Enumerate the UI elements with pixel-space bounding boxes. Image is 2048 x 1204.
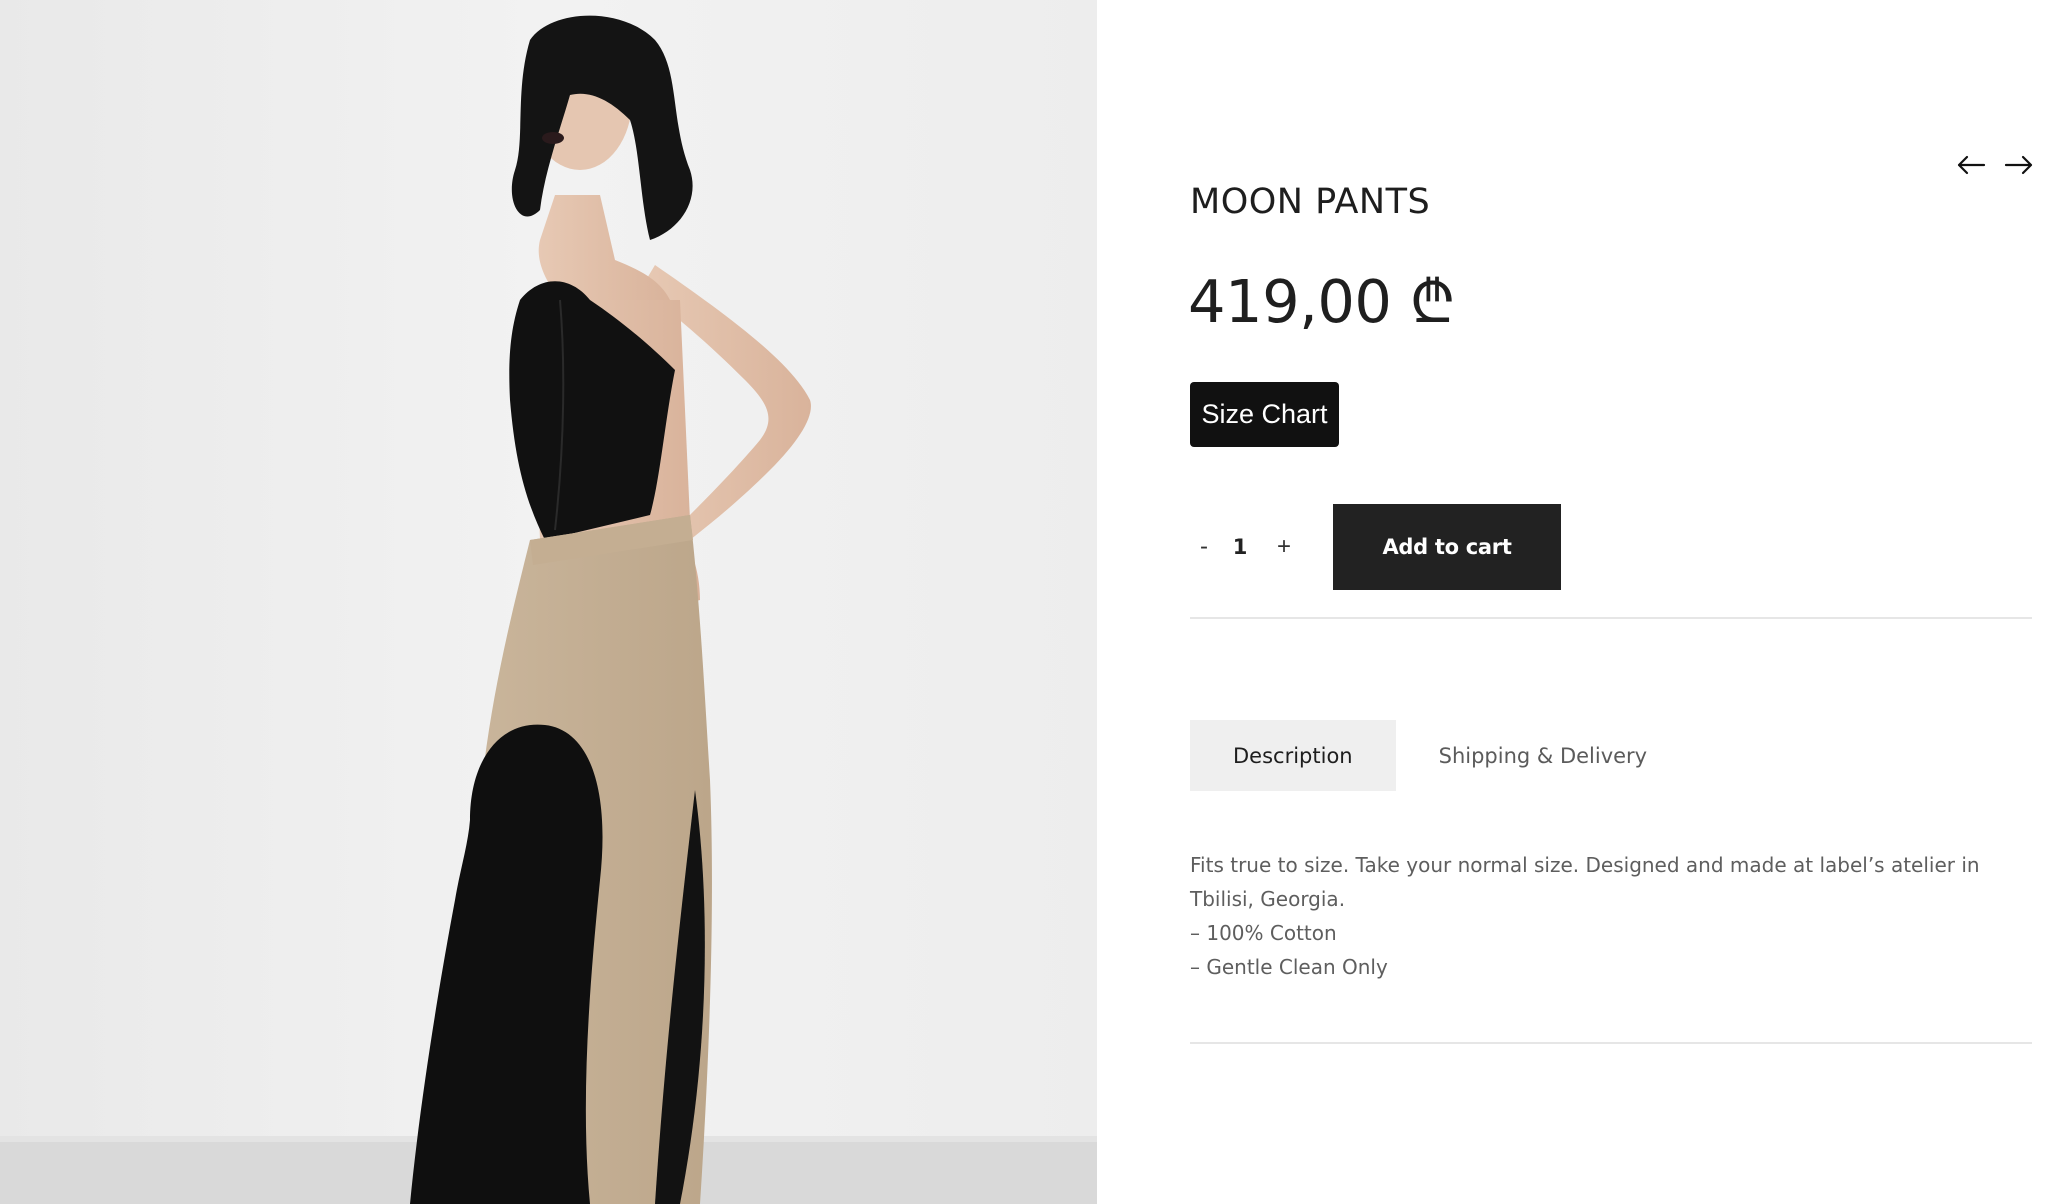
model-illustration — [0, 0, 1097, 1204]
add-to-cart-button[interactable]: Add to cart — [1333, 504, 1561, 590]
product-navigation — [1956, 150, 2034, 180]
arrow-right-icon[interactable] — [2004, 150, 2034, 180]
product-price: 419,00 ₾ — [1188, 267, 1455, 336]
description-bullet: – 100% Cotton — [1190, 921, 1337, 945]
product-title: MOON PANTS — [1190, 182, 1431, 222]
divider — [1190, 617, 2032, 619]
product-tabs: Description Shipping & Delivery — [1190, 720, 1690, 791]
description-panel: Fits true to size. Take your normal size… — [1190, 848, 2040, 984]
size-chart-button[interactable]: Size Chart — [1190, 382, 1339, 447]
quantity-increase-button[interactable]: + — [1270, 527, 1298, 567]
tab-shipping-delivery[interactable]: Shipping & Delivery — [1396, 720, 1691, 791]
product-photo[interactable] — [0, 0, 1097, 1204]
arrow-left-icon[interactable] — [1956, 150, 1986, 180]
quantity-decrease-button[interactable]: - — [1190, 527, 1218, 567]
divider — [1190, 1042, 2032, 1044]
quantity-stepper: - 1 + — [1190, 504, 1298, 590]
product-page: MOON PANTS 419,00 ₾ Size Chart - 1 + Add… — [0, 0, 2048, 1204]
description-text: Fits true to size. Take your normal size… — [1190, 853, 1980, 911]
quantity-input[interactable]: 1 — [1218, 535, 1262, 559]
description-bullet: – Gentle Clean Only — [1190, 955, 1388, 979]
tab-description[interactable]: Description — [1190, 720, 1396, 791]
